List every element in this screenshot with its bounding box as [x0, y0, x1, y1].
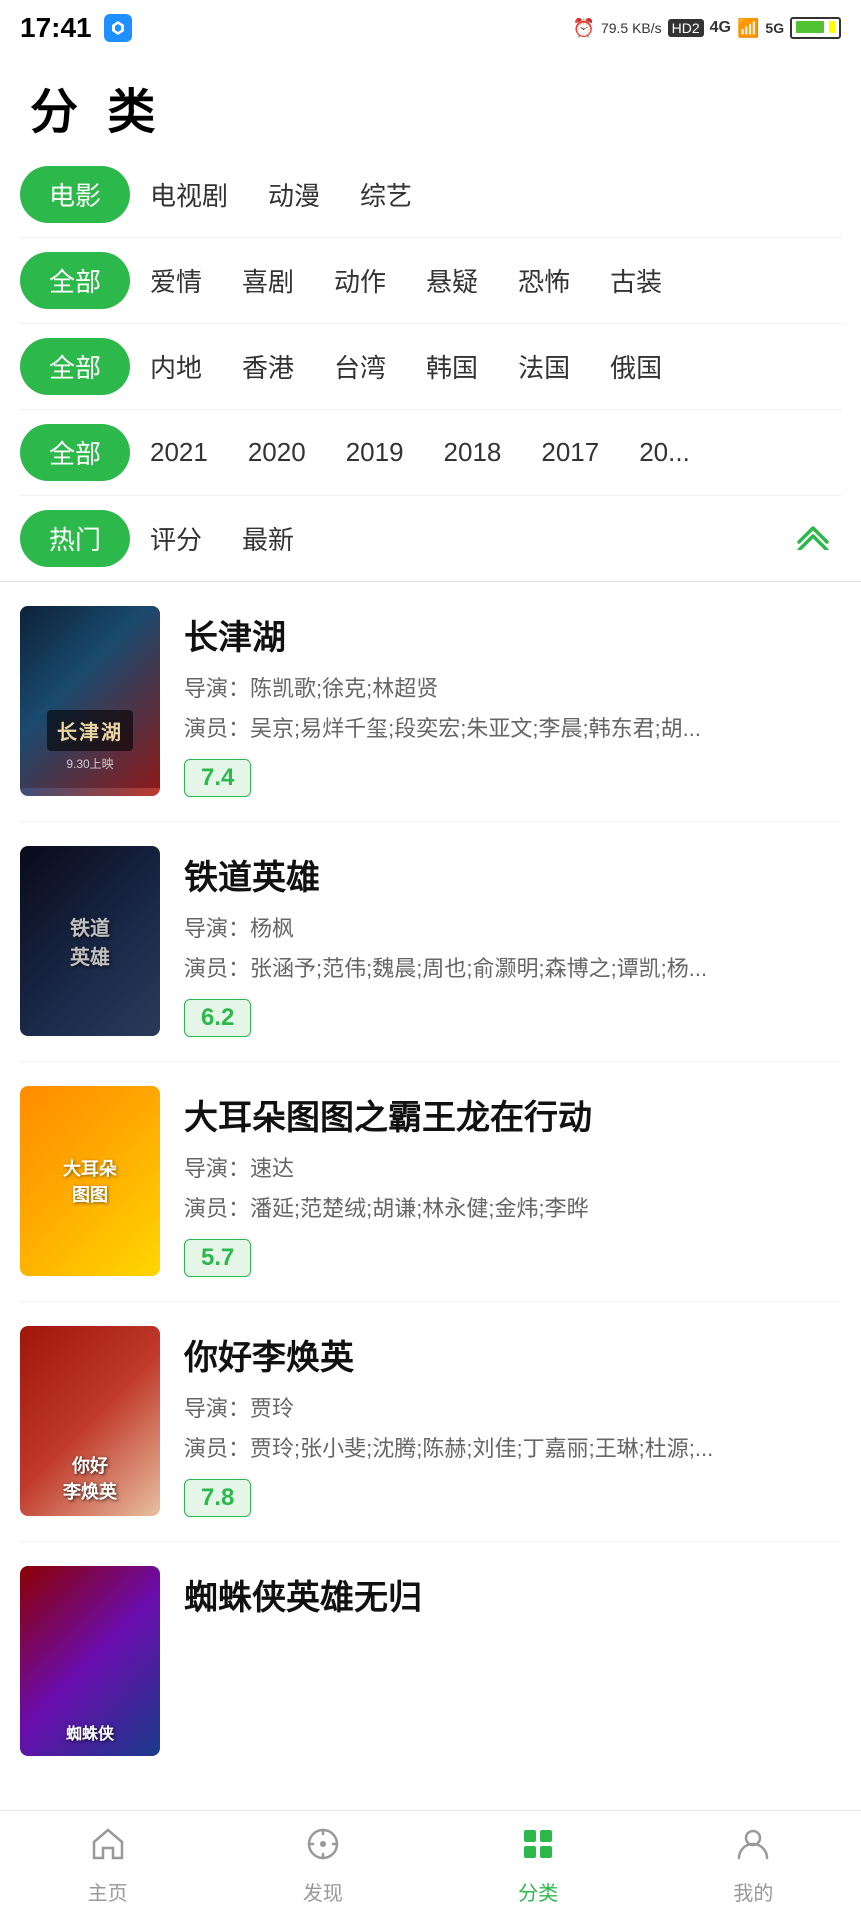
movie-info-daertu: 大耳朵图图之霸王龙在行动 导演：速达 演员：潘延;范楚绒;胡谦;林永健;金炜;李…: [184, 1086, 841, 1277]
movie-info-tiedao: 铁道英雄 导演：杨枫 演员：张涵予;范伟;魏晨;周也;俞灏明;森博之;谭凯;杨.…: [184, 846, 841, 1037]
collapse-icon[interactable]: [795, 520, 841, 558]
page-title: 分 类: [0, 52, 861, 152]
filter-item-france[interactable]: 法国: [498, 340, 590, 393]
nav-label-category: 分类: [518, 1877, 558, 1906]
filter-items-sort: 评分 最新: [130, 512, 795, 565]
filter-item-2020[interactable]: 2020: [228, 429, 326, 476]
movie-score-nihao: 7.8: [184, 1479, 251, 1517]
app-notification-icon: [104, 14, 132, 42]
movie-poster-tiedao: 铁道英雄: [20, 846, 160, 1036]
filter-items-region: 内地 香港 台湾 韩国 法国 俄国: [130, 340, 841, 393]
filter-section: 电影 电视剧 动漫 综艺 全部 爱情 喜剧 动作 悬疑 恐怖 古装 全部 内地 …: [0, 152, 861, 581]
filter-active-type[interactable]: 电影: [20, 166, 130, 223]
filter-item-romance[interactable]: 爱情: [130, 254, 222, 307]
filter-row-region: 全部 内地 香港 台湾 韩国 法国 俄国: [20, 324, 841, 410]
home-icon: [90, 1826, 126, 1871]
filter-active-genre[interactable]: 全部: [20, 252, 130, 309]
filter-item-action[interactable]: 动作: [314, 254, 406, 307]
filter-active-region[interactable]: 全部: [20, 338, 130, 395]
movie-item-daertu[interactable]: 大耳朵图图 大耳朵图图之霸王龙在行动 导演：速达 演员：潘延;范楚绒;胡谦;林永…: [20, 1062, 841, 1302]
movie-director-tiedao: 导演：杨枫: [184, 911, 841, 943]
filter-item-russia[interactable]: 俄国: [590, 340, 682, 393]
discover-icon: [305, 1826, 341, 1871]
movie-list: 长津湖 9.30上映 长津湖 导演：陈凯歌;徐克;林超贤 演员：吴京;易烊千玺;…: [0, 582, 861, 1910]
bottom-nav: 主页 发现 分类 我的: [0, 1810, 861, 1920]
nav-item-home[interactable]: 主页: [0, 1826, 215, 1906]
filter-item-hk[interactable]: 香港: [222, 340, 314, 393]
movie-score-tiedao: 6.2: [184, 999, 251, 1037]
filter-item-more-years[interactable]: 20...: [619, 429, 710, 476]
nav-label-profile: 我的: [733, 1877, 773, 1906]
signal-icon: 📶: [737, 18, 759, 39]
movie-info-changjihu: 长津湖 导演：陈凯歌;徐克;林超贤 演员：吴京;易烊千玺;段奕宏;朱亚文;李晨;…: [184, 606, 841, 797]
movie-info-nihao: 你好李焕英 导演：贾玲 演员：贾玲;张小斐;沈腾;陈赫;刘佳;丁嘉丽;王琳;杜源…: [184, 1326, 841, 1517]
filter-item-taiwan[interactable]: 台湾: [314, 340, 406, 393]
status-time: 17:41: [20, 12, 92, 44]
movie-poster-daertu: 大耳朵图图: [20, 1086, 160, 1276]
filter-item-anime[interactable]: 动漫: [248, 168, 340, 221]
filter-item-2018[interactable]: 2018: [424, 429, 522, 476]
status-bar: 17:41 ⏰ 79.5 KB/s HD2 4G 📶 5G: [0, 0, 861, 52]
filter-item-newest[interactable]: 最新: [222, 512, 314, 565]
movie-cast-tiedao: 演员：张涵予;范伟;魏晨;周也;俞灏明;森博之;谭凯;杨...: [184, 951, 841, 983]
filter-items-genre: 爱情 喜剧 动作 悬疑 恐怖 古装: [130, 254, 841, 307]
filter-item-variety[interactable]: 综艺: [340, 168, 432, 221]
filter-items-year: 2021 2020 2019 2018 2017 20...: [130, 429, 841, 476]
movie-poster-zhizhu: 蜘蛛侠: [20, 1566, 160, 1756]
movie-item-changjihu[interactable]: 长津湖 9.30上映 长津湖 导演：陈凯歌;徐克;林超贤 演员：吴京;易烊千玺;…: [20, 582, 841, 822]
movie-cast-nihao: 演员：贾玲;张小斐;沈腾;陈赫;刘佳;丁嘉丽;王琳;杜源;...: [184, 1431, 841, 1463]
network-speed: 79.5 KB/s: [601, 20, 662, 36]
movie-director-daertu: 导演：速达: [184, 1151, 841, 1183]
movie-title-nihao: 你好李焕英: [184, 1330, 841, 1379]
filter-item-2017[interactable]: 2017: [521, 429, 619, 476]
movie-poster-nihao: 你好李焕英: [20, 1326, 160, 1516]
filter-active-sort[interactable]: 热门: [20, 510, 130, 567]
filter-item-korea[interactable]: 韩国: [406, 340, 498, 393]
category-icon: [520, 1826, 556, 1871]
alarm-icon: ⏰: [573, 18, 595, 39]
5g-icon: 5G: [765, 20, 784, 36]
filter-row-genre: 全部 爱情 喜剧 动作 悬疑 恐怖 古装: [20, 238, 841, 324]
movie-title-daertu: 大耳朵图图之霸王龙在行动: [184, 1090, 841, 1139]
filter-item-rating[interactable]: 评分: [130, 512, 222, 565]
status-icons-right: ⏰ 79.5 KB/s HD2 4G 📶 5G: [573, 17, 841, 39]
filter-item-2021[interactable]: 2021: [130, 429, 228, 476]
movie-info-zhizhu: 蜘蛛侠英雄无归: [184, 1566, 841, 1756]
movie-title-tiedao: 铁道英雄: [184, 850, 841, 899]
battery-icon: [790, 17, 841, 39]
filter-item-horror[interactable]: 恐怖: [498, 254, 590, 307]
filter-row-type: 电影 电视剧 动漫 综艺: [20, 152, 841, 238]
movie-item-tiedao[interactable]: 铁道英雄 铁道英雄 导演：杨枫 演员：张涵予;范伟;魏晨;周也;俞灏明;森博之;…: [20, 822, 841, 1062]
filter-item-2019[interactable]: 2019: [326, 429, 424, 476]
filter-active-year[interactable]: 全部: [20, 424, 130, 481]
filter-row-sort: 热门 评分 最新: [20, 496, 841, 581]
filter-items-type: 电视剧 动漫 综艺: [130, 168, 841, 221]
hd2-badge: HD2: [668, 19, 704, 37]
4g-icon: 4G: [710, 19, 731, 37]
movie-director-changjihu: 导演：陈凯歌;徐克;林超贤: [184, 671, 841, 703]
nav-item-profile[interactable]: 我的: [646, 1826, 861, 1906]
filter-row-year: 全部 2021 2020 2019 2018 2017 20...: [20, 410, 841, 496]
movie-title-zhizhu: 蜘蛛侠英雄无归: [184, 1570, 841, 1619]
nav-item-discover[interactable]: 发现: [215, 1826, 430, 1906]
profile-icon: [735, 1826, 771, 1871]
movie-item-nihao[interactable]: 你好李焕英 你好李焕英 导演：贾玲 演员：贾玲;张小斐;沈腾;陈赫;刘佳;丁嘉丽…: [20, 1302, 841, 1542]
filter-item-mystery[interactable]: 悬疑: [406, 254, 498, 307]
nav-label-discover: 发现: [303, 1877, 343, 1906]
movie-cast-changjihu: 演员：吴京;易烊千玺;段奕宏;朱亚文;李晨;韩东君;胡...: [184, 711, 841, 743]
nav-label-home: 主页: [88, 1877, 128, 1906]
movie-poster-changjihu: 长津湖 9.30上映: [20, 606, 160, 796]
filter-item-mainland[interactable]: 内地: [130, 340, 222, 393]
movie-score-changjihu: 7.4: [184, 759, 251, 797]
movie-score-daertu: 5.7: [184, 1239, 251, 1277]
movie-title-changjihu: 长津湖: [184, 610, 841, 659]
nav-item-category[interactable]: 分类: [431, 1826, 646, 1906]
movie-director-nihao: 导演：贾玲: [184, 1391, 841, 1423]
filter-item-costume[interactable]: 古装: [590, 254, 682, 307]
movie-item-zhizhu[interactable]: 蜘蛛侠 蜘蛛侠英雄无归: [20, 1542, 841, 1780]
movie-cast-daertu: 演员：潘延;范楚绒;胡谦;林永健;金炜;李晔: [184, 1191, 841, 1223]
filter-item-comedy[interactable]: 喜剧: [222, 254, 314, 307]
filter-item-tv[interactable]: 电视剧: [130, 168, 248, 221]
